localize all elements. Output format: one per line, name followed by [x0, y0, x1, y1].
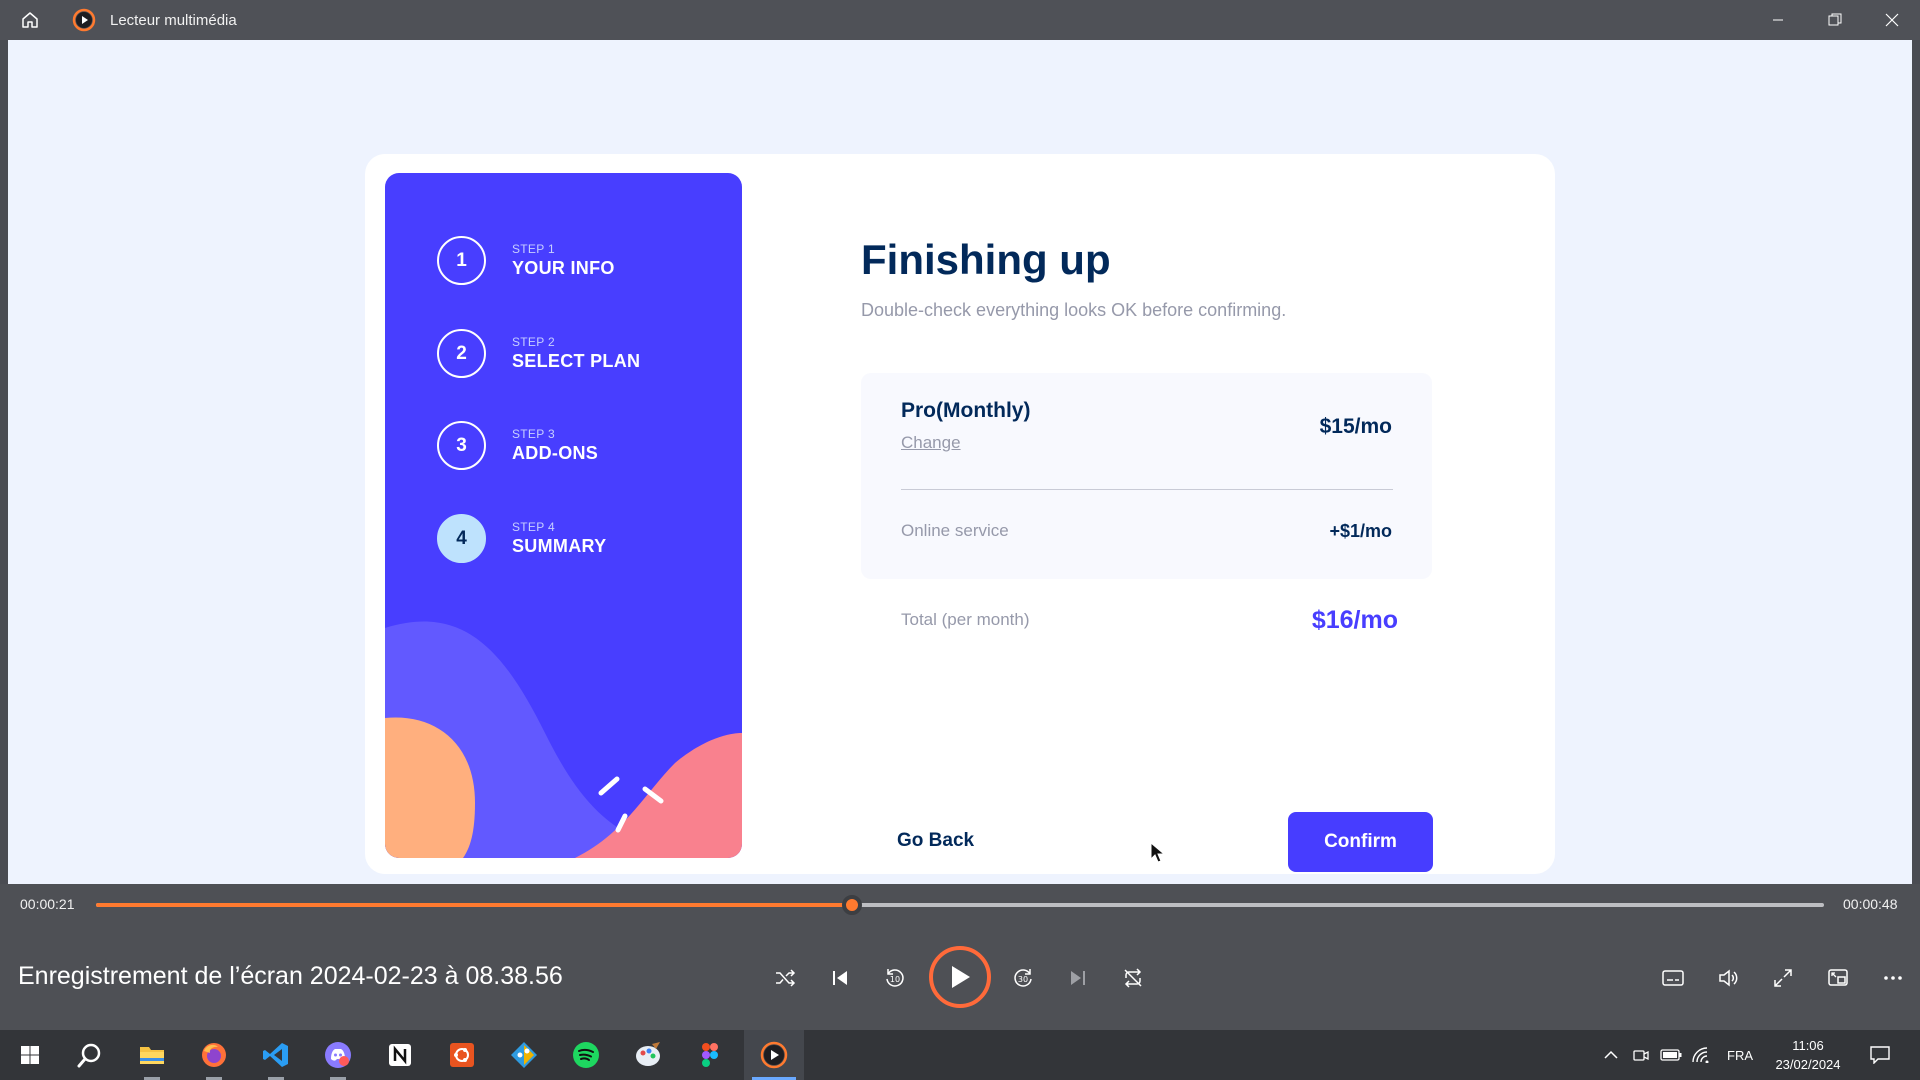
addon-name: Online service [901, 521, 1009, 540]
spotify-icon[interactable] [556, 1030, 616, 1080]
seek-thumb[interactable] [842, 895, 862, 915]
more-options-icon[interactable] [1871, 956, 1915, 1000]
home-icon[interactable] [10, 0, 50, 40]
discord-icon[interactable] [308, 1030, 368, 1080]
step-caption: STEP 1 [512, 242, 555, 256]
taskbar: FRA 11:06 23/02/2024 [0, 1030, 1920, 1080]
total-duration: 00:00:48 [1843, 896, 1898, 912]
repeat-off-icon[interactable] [1111, 956, 1155, 1000]
title-bar: Lecteur multimédia [0, 0, 1920, 40]
notion-icon[interactable] [370, 1030, 430, 1080]
forward-30-icon[interactable]: 30 [1001, 956, 1045, 1000]
page-title: Finishing up [861, 236, 1111, 283]
mini-view-icon[interactable] [1816, 956, 1860, 1000]
previous-icon[interactable] [818, 956, 862, 1000]
seek-bar-progress [96, 903, 852, 907]
media-player-taskbar-icon[interactable] [744, 1030, 804, 1080]
step-label: ADD-ONS [512, 443, 599, 463]
chevron-up-icon[interactable] [1598, 1030, 1624, 1080]
notification-icon[interactable] [1866, 1030, 1894, 1080]
step-item-your-info: 1 STEP 1 YOUR INFO [437, 236, 615, 285]
media-title: Enregistrement de l’écran 2024-02-23 à 0… [18, 962, 563, 990]
paint-icon[interactable] [618, 1030, 678, 1080]
figma-icon[interactable] [680, 1030, 740, 1080]
confirm-button[interactable]: Confirm [1288, 812, 1433, 872]
volume-icon[interactable] [1706, 956, 1750, 1000]
language-indicator[interactable]: FRA [1720, 1030, 1760, 1080]
summary-content: Finishing up Double-check everything loo… [861, 154, 1441, 874]
play-button[interactable] [929, 946, 991, 1008]
windows-start-icon[interactable] [0, 1030, 60, 1080]
change-plan-link[interactable]: Change [901, 433, 961, 453]
video-frame[interactable]: 1 STEP 1 YOUR INFO 2 STEP 2 SELECT PLAN … [8, 40, 1912, 884]
restore-button[interactable] [1806, 0, 1863, 40]
step-item-summary: 4 STEP 4 SUMMARY [437, 514, 606, 563]
wifi-icon[interactable] [1688, 1030, 1714, 1080]
step-caption: STEP 3 [512, 427, 555, 441]
steps-sidebar: 1 STEP 1 YOUR INFO 2 STEP 2 SELECT PLAN … [385, 173, 742, 858]
clock-date: 23/02/2024 [1775, 1057, 1841, 1072]
step-label: YOUR INFO [512, 258, 615, 278]
ubuntu-icon[interactable] [432, 1030, 492, 1080]
seek-bar[interactable] [96, 895, 1824, 915]
subtitles-icon[interactable] [1651, 956, 1695, 1000]
next-icon[interactable] [1056, 956, 1100, 1000]
media-player-app-icon [72, 8, 96, 32]
step-caption: STEP 4 [512, 520, 555, 534]
go-back-button[interactable]: Go Back [897, 830, 974, 852]
mouse-cursor-icon [1150, 842, 1166, 863]
step-number: 1 [437, 236, 486, 285]
battery-icon[interactable] [1658, 1030, 1684, 1080]
firefox-icon[interactable] [184, 1030, 244, 1080]
window-title: Lecteur multimédia [110, 11, 237, 29]
clock-time: 11:06 [1792, 1038, 1824, 1053]
page-subtitle: Double-check everything looks OK before … [861, 300, 1287, 320]
svg-text:30: 30 [1018, 975, 1028, 984]
minimize-button[interactable] [1749, 0, 1806, 40]
step-number: 3 [437, 421, 486, 470]
total-value: $16/mo [1311, 606, 1398, 634]
media-controls: 00:00:21 00:00:48 Enregistrement de l’éc… [0, 884, 1920, 1030]
step-number: 2 [437, 329, 486, 378]
fullscreen-icon[interactable] [1761, 956, 1805, 1000]
rewind-10-icon[interactable]: 10 [873, 956, 917, 1000]
elapsed-time: 00:00:21 [20, 896, 75, 912]
order-summary-box: Pro(Monthly) Change $15/mo Online servic… [861, 373, 1432, 579]
addon-price: +$1/mo [1329, 521, 1392, 541]
step-label: SUMMARY [512, 536, 607, 556]
clock[interactable]: 11:06 23/02/2024 [1768, 1036, 1848, 1074]
divider [901, 489, 1393, 490]
svg-text:10: 10 [890, 975, 900, 984]
step-label: SELECT PLAN [512, 351, 641, 371]
search-icon[interactable] [60, 1030, 120, 1080]
total-label: Total (per month) [901, 610, 1030, 629]
shuffle-icon[interactable] [763, 956, 807, 1000]
vscode-icon[interactable] [246, 1030, 306, 1080]
close-button[interactable] [1863, 0, 1920, 40]
form-card: 1 STEP 1 YOUR INFO 2 STEP 2 SELECT PLAN … [365, 154, 1555, 874]
meet-icon[interactable] [1628, 1030, 1654, 1080]
step-caption: STEP 2 [512, 335, 555, 349]
plan-name: Pro(Monthly) [901, 399, 1031, 422]
step-item-select-plan: 2 STEP 2 SELECT PLAN [437, 329, 640, 378]
plan-price: $15/mo [1319, 415, 1392, 438]
step-number-active: 4 [437, 514, 486, 563]
git-tool-icon[interactable] [494, 1030, 554, 1080]
file-explorer-icon[interactable] [122, 1030, 182, 1080]
step-item-add-ons: 3 STEP 3 ADD-ONS [437, 421, 598, 470]
